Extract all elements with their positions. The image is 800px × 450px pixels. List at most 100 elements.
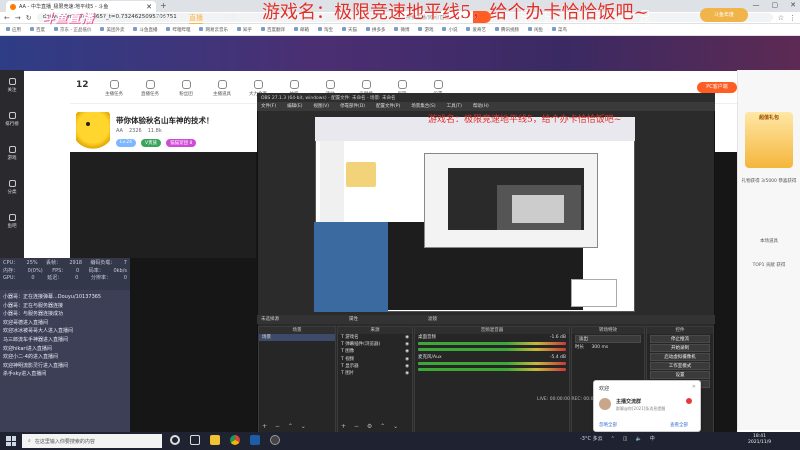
source-item[interactable]: T 图片 ◉ — [338, 370, 412, 377]
bookmark-item[interactable]: 知乎 — [237, 27, 252, 33]
back-icon[interactable]: ← — [4, 14, 10, 22]
properties-button[interactable]: 属性 — [349, 316, 358, 323]
bookmark-item[interactable]: 天猫 — [342, 27, 357, 33]
bookmark-item[interactable]: 哔哩哔哩 — [166, 27, 190, 33]
bookmark-item[interactable]: 百度 — [30, 27, 45, 33]
eye-icon[interactable]: ◉ — [405, 363, 409, 370]
star-icon[interactable]: ☆ — [778, 14, 784, 22]
bookmark-item[interactable]: 京东 - 正品低价 — [54, 27, 91, 33]
ime-icon[interactable]: 中 — [650, 435, 655, 442]
bookmark-item[interactable]: 微博 — [394, 27, 409, 33]
windows-start-icon[interactable] — [6, 436, 16, 446]
bookmark-item[interactable]: 爱奇艺 — [466, 27, 486, 33]
eye-icon[interactable]: ◉ — [405, 334, 409, 341]
nav-item-2[interactable]: 分类 — [223, 13, 237, 24]
bookmark-item[interactable]: 淘宝 — [318, 27, 333, 33]
pc-client-button[interactable]: PC客户端 — [697, 82, 737, 93]
tab-close-icon[interactable]: ✕ — [146, 3, 152, 11]
filters-button[interactable]: 滤镜 — [428, 316, 437, 323]
menu-icon[interactable]: ⋮ — [789, 14, 796, 22]
douyu-logo[interactable]: 斗鱼直播 — [42, 9, 94, 26]
fan-club-badge[interactable]: 猫猫宠团 8 — [166, 139, 197, 147]
rail-task[interactable]: 礼物获得 3/5000 恭喜获得 — [741, 178, 797, 185]
obs-icon[interactable] — [270, 435, 280, 445]
chrome-icon[interactable] — [230, 435, 240, 445]
toolbar-item-1[interactable]: 直播任务 — [136, 80, 164, 97]
eye-icon[interactable]: ◉ — [405, 356, 409, 363]
obs-menu-item[interactable]: 工具(T) — [447, 103, 462, 110]
control-button-4[interactable]: 设置 — [650, 371, 710, 379]
forward-icon[interactable]: → — [15, 14, 21, 22]
eye-icon[interactable]: ◉ — [405, 370, 409, 377]
control-button-2[interactable]: 启动虚拟摄像机 — [650, 353, 710, 361]
nav-item-1[interactable]: 直播 — [189, 13, 203, 24]
source-item[interactable]: T 视频 ◉ — [338, 356, 412, 363]
bookmark-item[interactable]: 菜鸟 — [552, 27, 567, 33]
transition-select[interactable]: 淡出 — [575, 335, 641, 343]
chevron-up-icon[interactable]: ⌃ — [611, 436, 615, 442]
streamer-name[interactable]: AA — [116, 128, 123, 134]
obs-menu-item[interactable]: 停靠部件(D) — [340, 103, 365, 110]
close-window-button[interactable]: ✕ — [790, 1, 796, 9]
obs-menu-item[interactable]: 场景集合(S) — [411, 103, 435, 110]
bookmark-item[interactable]: 闲鱼 — [528, 27, 543, 33]
network-icon[interactable]: ◫ — [623, 436, 628, 442]
task-view-icon[interactable] — [190, 435, 200, 445]
bookmark-item[interactable]: 游戏 — [418, 27, 433, 33]
noble-badge[interactable]: V贵族 — [140, 139, 162, 147]
bookmark-item[interactable]: 拼多多 — [366, 27, 386, 33]
sidebar-item-2[interactable]: 游戏 — [2, 146, 22, 161]
annual-badge[interactable]: 斗鱼年度 — [700, 8, 748, 22]
volume-icon[interactable]: 🔈 — [636, 436, 642, 442]
obs-menu-item[interactable]: 文件(F) — [261, 103, 276, 110]
volume-slider[interactable] — [418, 348, 566, 352]
source-item[interactable]: T 弹幕插件(浏览器) ◉ — [338, 341, 412, 348]
ignore-all-link[interactable]: 忽略全部 — [599, 422, 617, 428]
steam-icon[interactable] — [250, 435, 260, 445]
eye-icon[interactable]: ◉ — [405, 341, 409, 348]
streamer-avatar[interactable] — [76, 112, 110, 150]
bookmark-item[interactable]: 斗鱼直播 — [133, 27, 157, 33]
weather-label[interactable]: -3°C 多云 — [580, 435, 603, 442]
bookmark-item[interactable]: 百度翻译 — [261, 27, 285, 33]
sidebar-item-4[interactable]: 鱼吧 — [2, 214, 22, 229]
sidebar-item-0[interactable]: 关注 — [2, 78, 22, 93]
sidebar-item-1[interactable]: 排行榜 — [2, 112, 22, 127]
sidebar-item-3[interactable]: 分类 — [2, 180, 22, 195]
new-tab-button[interactable]: + — [160, 1, 167, 10]
clock[interactable]: 18:41 2021/11/9 — [748, 434, 771, 446]
maximize-button[interactable]: ▢ — [772, 1, 779, 9]
source-item[interactable]: T 显示器 ◉ — [338, 363, 412, 370]
control-button-0[interactable]: 停止推流 — [650, 335, 710, 343]
obs-menu-item[interactable]: 配置文件(P) — [376, 103, 400, 110]
cortana-icon[interactable] — [170, 435, 180, 445]
bookmark-item[interactable]: 腾讯视频 — [495, 27, 519, 33]
eye-icon[interactable]: ◉ — [405, 348, 409, 355]
bookmark-item[interactable]: 网易云音乐 — [199, 27, 228, 33]
scene-item[interactable]: 场景 — [259, 334, 335, 342]
view-all-link[interactable]: 查看全部 — [670, 422, 688, 428]
duration-input[interactable]: 300 ms — [591, 345, 608, 350]
taskbar-search[interactable]: ⌕ 在这里输入你要搜索的内容 — [22, 434, 162, 448]
scene-controls[interactable]: + − ⌃ ⌄ — [262, 423, 309, 430]
bookmark-item[interactable]: 邮箱 — [294, 27, 309, 33]
control-button-1[interactable]: 开始录制 — [650, 344, 710, 352]
minimize-button[interactable]: — — [753, 1, 760, 9]
obs-menu-item[interactable]: 帮助(H) — [473, 103, 489, 110]
close-icon[interactable]: ✕ — [692, 384, 696, 390]
bookmark-item[interactable]: 美团外卖 — [100, 27, 124, 33]
volume-slider[interactable] — [418, 368, 566, 372]
rail-top[interactable]: TOP1 贡献 获得 — [741, 262, 797, 269]
obs-menu-item[interactable]: 编辑(E) — [287, 103, 302, 110]
reload-icon[interactable]: ↻ — [26, 14, 32, 22]
obs-menu-item[interactable]: 视图(V) — [313, 103, 329, 110]
source-item[interactable]: T 游戏名 ◉ — [338, 334, 412, 341]
toolbar-item-0[interactable]: 主播任务 — [100, 80, 128, 97]
file-explorer-icon[interactable] — [210, 435, 220, 445]
nav-item-0[interactable]: 首页 — [155, 13, 169, 24]
notification-name[interactable]: 主播交流群 — [616, 398, 641, 405]
toolbar-item-3[interactable]: 主播道具 — [208, 80, 236, 97]
bookmark-item[interactable]: 小说 — [442, 27, 457, 33]
control-button-3[interactable]: 工作室模式 — [650, 362, 710, 370]
source-item[interactable]: T 图像 ◉ — [338, 348, 412, 355]
